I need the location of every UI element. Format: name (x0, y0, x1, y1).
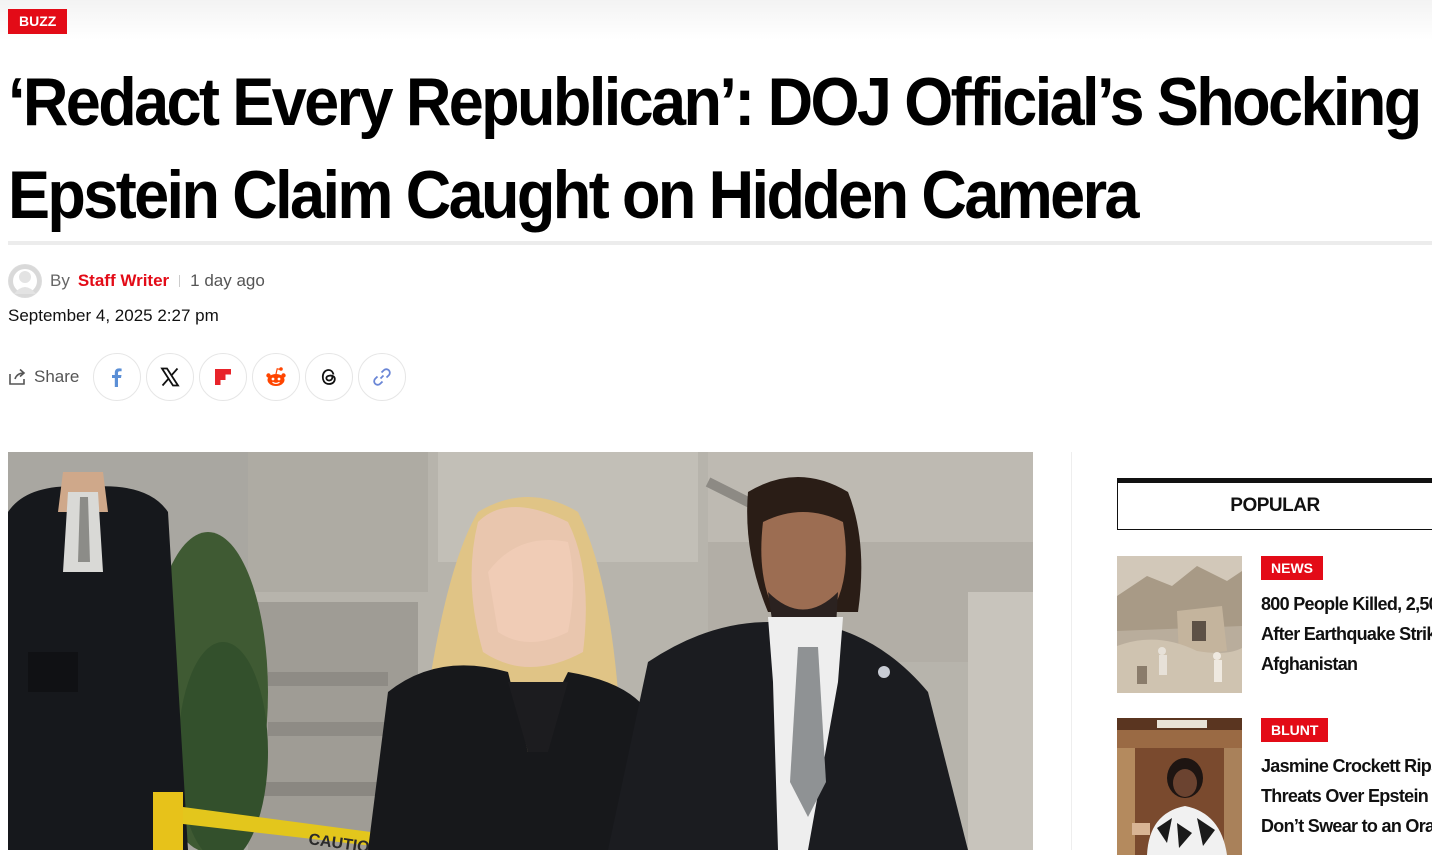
popular-item-category[interactable]: NEWS (1261, 556, 1323, 580)
share-label-group: Share (8, 367, 79, 387)
popular-item-title[interactable]: 800 People Killed, 2,50 After Earthquake… (1261, 589, 1432, 679)
popular-item-title[interactable]: Jasmine Crockett Rips T Threats Over Eps… (1261, 751, 1432, 841)
time-ago: 1 day ago (190, 271, 265, 290)
share-x-button[interactable] (146, 353, 195, 401)
byline-prefix: By (50, 271, 70, 290)
share-label: Share (34, 367, 80, 386)
hero-photo: CAUTION (8, 452, 1033, 850)
link-icon (373, 368, 392, 386)
category-badge[interactable]: BUZZ (8, 9, 68, 34)
share-reddit-button[interactable] (252, 353, 301, 401)
avatar[interactable] (8, 264, 42, 298)
article-headline: ‘Redact Every Republican’: DOJ Official’… (8, 56, 1432, 242)
top-bar (0, 0, 1432, 40)
byline: By Staff Writer 1 day ago (8, 264, 265, 298)
popular-item-thumbnail[interactable] (1117, 556, 1242, 693)
popular-item-thumbnail[interactable] (1117, 718, 1242, 855)
popular-item[interactable]: NEWS 800 People Killed, 2,50 After Earth… (1117, 556, 1432, 696)
share-icon (9, 368, 26, 385)
sidebar-divider (1071, 452, 1072, 850)
threads-icon (322, 369, 337, 385)
share-facebook-button[interactable] (93, 353, 142, 401)
popular-item-category[interactable]: BLUNT (1261, 718, 1329, 742)
facebook-icon (112, 368, 122, 387)
popular-heading: POPULAR (1117, 478, 1432, 530)
popular-item[interactable]: BLUNT Jasmine Crockett Rips T Threats Ov… (1117, 718, 1432, 858)
publish-date: September 4, 2025 2:27 pm (8, 306, 219, 325)
byline-separator (179, 275, 181, 287)
headline-line-1: ‘Redact Every Republican’: DOJ Official’… (8, 64, 1422, 141)
share-flipboard-button[interactable] (199, 353, 248, 401)
avatar-placeholder-icon (9, 265, 41, 297)
hearing-thumbnail-image (1117, 718, 1242, 855)
headline-divider (8, 241, 1432, 245)
hero-image: CAUTION (8, 452, 1033, 850)
headline-line-2: Epstein Claim Caught on Hidden Camera (8, 157, 1140, 234)
reddit-icon (266, 367, 287, 386)
share-threads-button[interactable] (305, 353, 354, 401)
x-icon (160, 367, 181, 387)
copy-link-button[interactable] (358, 353, 407, 401)
author-link[interactable]: Staff Writer (78, 271, 169, 291)
flipboard-icon (215, 369, 232, 385)
share-bar: Share (8, 352, 411, 402)
earthquake-thumbnail-image (1117, 556, 1242, 693)
